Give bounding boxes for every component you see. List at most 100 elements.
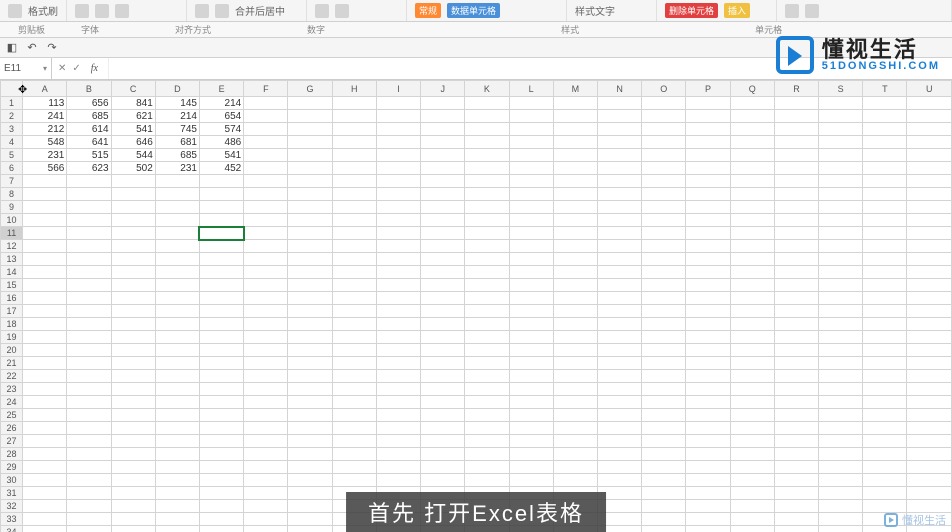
- cell-F4[interactable]: [244, 136, 288, 149]
- cell-A12[interactable]: [23, 240, 67, 253]
- cell-F30[interactable]: [244, 474, 288, 487]
- col-header-D[interactable]: D: [155, 81, 199, 97]
- cell-N9[interactable]: [597, 201, 641, 214]
- cell-J21[interactable]: [421, 357, 465, 370]
- cell-N2[interactable]: [597, 110, 641, 123]
- cell-B13[interactable]: [67, 253, 111, 266]
- cell-H14[interactable]: [332, 266, 376, 279]
- cell-D34[interactable]: [155, 526, 199, 532]
- cell-I22[interactable]: [376, 370, 420, 383]
- cell-Q5[interactable]: [730, 149, 774, 162]
- cell-F25[interactable]: [244, 409, 288, 422]
- cell-P7[interactable]: [686, 175, 730, 188]
- cell-A6[interactable]: 566: [23, 162, 67, 175]
- cell-D2[interactable]: 214: [155, 110, 199, 123]
- cell-J2[interactable]: [421, 110, 465, 123]
- save-icon[interactable]: ◧: [4, 40, 20, 56]
- cell-C24[interactable]: [111, 396, 155, 409]
- cell-C29[interactable]: [111, 461, 155, 474]
- cell-P10[interactable]: [686, 214, 730, 227]
- cell-Q10[interactable]: [730, 214, 774, 227]
- cell-H6[interactable]: [332, 162, 376, 175]
- cell-B5[interactable]: 515: [67, 149, 111, 162]
- cell-N22[interactable]: [597, 370, 641, 383]
- cell-T32[interactable]: [863, 500, 907, 513]
- cell-U12[interactable]: [907, 240, 952, 253]
- cell-P13[interactable]: [686, 253, 730, 266]
- cell-M20[interactable]: [553, 344, 597, 357]
- cell-N4[interactable]: [597, 136, 641, 149]
- cell-F20[interactable]: [244, 344, 288, 357]
- cell-S26[interactable]: [819, 422, 863, 435]
- cell-D23[interactable]: [155, 383, 199, 396]
- cell-D4[interactable]: 681: [155, 136, 199, 149]
- select-all-corner[interactable]: [1, 81, 23, 97]
- cell-A10[interactable]: [23, 214, 67, 227]
- cell-A31[interactable]: [23, 487, 67, 500]
- cell-C23[interactable]: [111, 383, 155, 396]
- cell-R15[interactable]: [774, 279, 818, 292]
- cell-E7[interactable]: [199, 175, 243, 188]
- cell-P2[interactable]: [686, 110, 730, 123]
- row-header-27[interactable]: 27: [1, 435, 23, 448]
- cell-S31[interactable]: [819, 487, 863, 500]
- cell-P6[interactable]: [686, 162, 730, 175]
- cell-A22[interactable]: [23, 370, 67, 383]
- cell-R28[interactable]: [774, 448, 818, 461]
- cell-B1[interactable]: 656: [67, 97, 111, 110]
- cell-A25[interactable]: [23, 409, 67, 422]
- cell-K16[interactable]: [465, 292, 509, 305]
- cell-Q29[interactable]: [730, 461, 774, 474]
- cell-G10[interactable]: [288, 214, 332, 227]
- redo-icon[interactable]: ↷: [44, 40, 60, 56]
- cell-F1[interactable]: [244, 97, 288, 110]
- cell-G5[interactable]: [288, 149, 332, 162]
- cell-U19[interactable]: [907, 331, 952, 344]
- cell-H28[interactable]: [332, 448, 376, 461]
- cell-K8[interactable]: [465, 188, 509, 201]
- cell-L5[interactable]: [509, 149, 553, 162]
- cell-A26[interactable]: [23, 422, 67, 435]
- cell-M1[interactable]: [553, 97, 597, 110]
- cell-I3[interactable]: [376, 123, 420, 136]
- cell-A21[interactable]: [23, 357, 67, 370]
- cell-G26[interactable]: [288, 422, 332, 435]
- cell-R2[interactable]: [774, 110, 818, 123]
- cell-R4[interactable]: [774, 136, 818, 149]
- cell-H12[interactable]: [332, 240, 376, 253]
- cell-K17[interactable]: [465, 305, 509, 318]
- cell-L20[interactable]: [509, 344, 553, 357]
- cell-Q12[interactable]: [730, 240, 774, 253]
- cell-E27[interactable]: [199, 435, 243, 448]
- cell-L13[interactable]: [509, 253, 553, 266]
- cell-L6[interactable]: [509, 162, 553, 175]
- cell-C7[interactable]: [111, 175, 155, 188]
- cell-I24[interactable]: [376, 396, 420, 409]
- cell-L16[interactable]: [509, 292, 553, 305]
- cell-I4[interactable]: [376, 136, 420, 149]
- cell-Q6[interactable]: [730, 162, 774, 175]
- cell-B23[interactable]: [67, 383, 111, 396]
- cell-F28[interactable]: [244, 448, 288, 461]
- cell-M30[interactable]: [553, 474, 597, 487]
- cell-E23[interactable]: [199, 383, 243, 396]
- cell-C4[interactable]: 646: [111, 136, 155, 149]
- cell-J1[interactable]: [421, 97, 465, 110]
- cell-S3[interactable]: [819, 123, 863, 136]
- cell-A16[interactable]: [23, 292, 67, 305]
- cell-Q23[interactable]: [730, 383, 774, 396]
- cell-F29[interactable]: [244, 461, 288, 474]
- cell-U26[interactable]: [907, 422, 952, 435]
- cell-H18[interactable]: [332, 318, 376, 331]
- cell-F17[interactable]: [244, 305, 288, 318]
- cell-B18[interactable]: [67, 318, 111, 331]
- row-header-24[interactable]: 24: [1, 396, 23, 409]
- cell-J25[interactable]: [421, 409, 465, 422]
- cell-P15[interactable]: [686, 279, 730, 292]
- cell-I19[interactable]: [376, 331, 420, 344]
- cell-L10[interactable]: [509, 214, 553, 227]
- cell-Q33[interactable]: [730, 513, 774, 526]
- cell-F18[interactable]: [244, 318, 288, 331]
- cell-U20[interactable]: [907, 344, 952, 357]
- cell-K7[interactable]: [465, 175, 509, 188]
